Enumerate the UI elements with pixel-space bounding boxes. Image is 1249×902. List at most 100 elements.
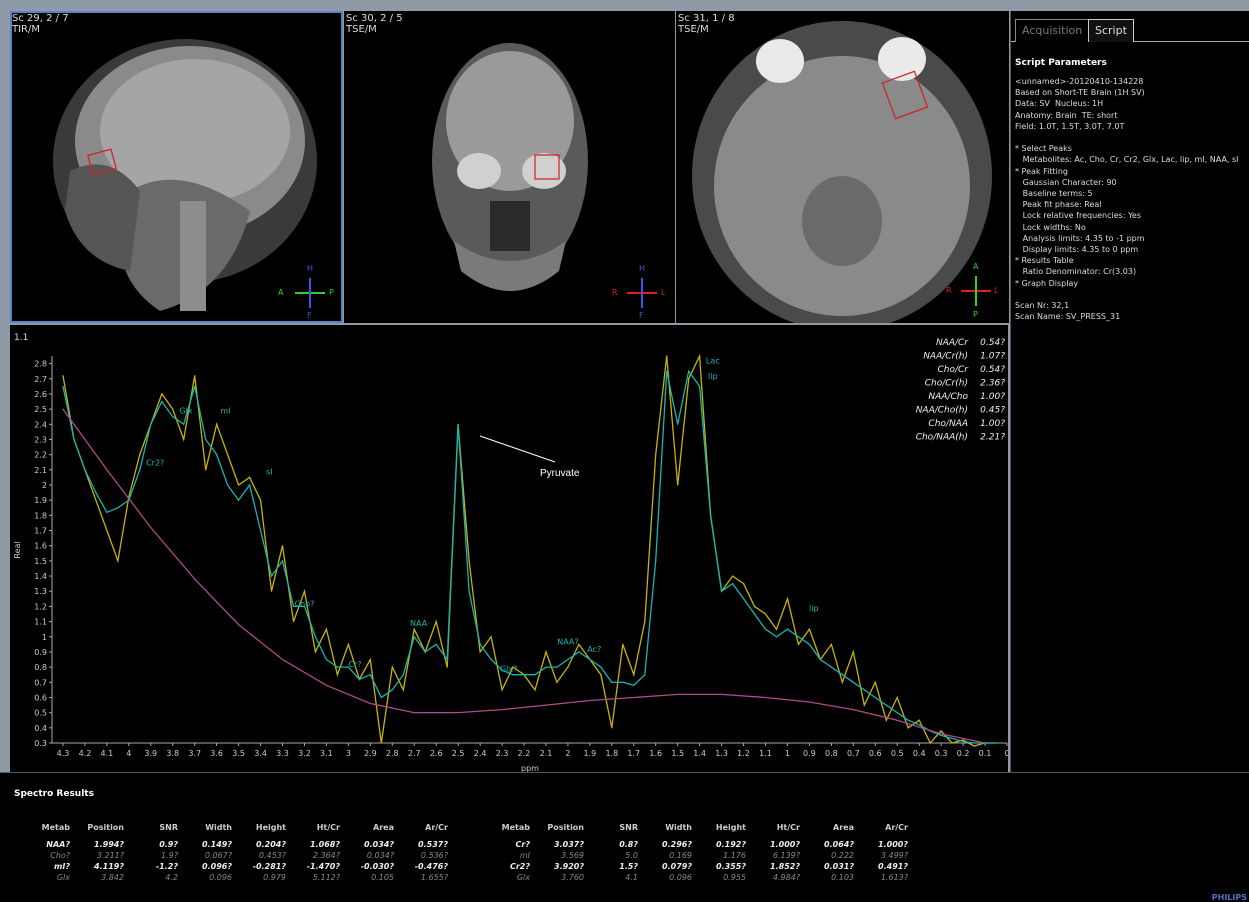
table-cell: 4.984? bbox=[772, 873, 800, 882]
table-row[interactable]: Glx 3.760 4.1 0.096 0.955 4.984? 0.103 1.613? bbox=[484, 872, 912, 883]
table-cell: 3.569 bbox=[561, 851, 584, 860]
data-point bbox=[951, 737, 953, 739]
data-point bbox=[292, 621, 295, 623]
data-point bbox=[830, 666, 833, 668]
data-point bbox=[73, 438, 75, 441]
spectrum-series-0 bbox=[62, 353, 996, 747]
table-row[interactable]: NAA? 1.994? 0.9? 0.149? 0.204? 1.068? 0.034? 0.… bbox=[24, 839, 452, 850]
data-point bbox=[743, 583, 745, 585]
x-tick-label: 3.8 bbox=[166, 749, 179, 758]
data-point bbox=[907, 727, 909, 729]
ratio-label: NAA/Cr bbox=[936, 338, 969, 348]
y-tick-label: 2.1 bbox=[34, 466, 47, 475]
data-point bbox=[314, 651, 316, 653]
table-cell: Glx bbox=[56, 873, 70, 882]
column-header: Height bbox=[715, 822, 746, 832]
data-point bbox=[457, 423, 459, 425]
script-panel: Acquisition Script Script Parameters <un… bbox=[1010, 11, 1249, 772]
table-row[interactable]: Cho? 3.211? 1.9? 0.067? 0.453? 2.364? 0.034? 0.… bbox=[24, 850, 452, 861]
data-point bbox=[951, 742, 953, 744]
table-cell: 4.1 bbox=[625, 873, 638, 882]
ratio-label: NAA/Cho bbox=[928, 392, 968, 402]
orient-right: L bbox=[661, 288, 666, 297]
data-point bbox=[62, 385, 64, 387]
orient-left: R bbox=[946, 286, 952, 295]
data-point bbox=[874, 681, 876, 683]
data-point bbox=[468, 560, 470, 562]
ratio-label: Cho/NAA bbox=[928, 419, 968, 429]
table-row[interactable]: mI? 4.119? -1.2? 0.096? -0.281? -1.470? -0.030… bbox=[24, 861, 452, 872]
table-cell: 0.103 bbox=[831, 873, 854, 882]
column-header: Position bbox=[547, 822, 584, 832]
data-point bbox=[534, 674, 536, 676]
viewport-axial[interactable]: Sc 31, 1 / 8 TSE/M R L A P bbox=[676, 11, 1009, 323]
y-tick-label: 2.4 bbox=[34, 420, 47, 429]
data-point bbox=[688, 370, 690, 372]
data-point bbox=[183, 438, 185, 441]
table-row[interactable]: Glx 3.842 4.2 0.096 0.979 5.112? 0.105 1.655? bbox=[24, 872, 452, 883]
data-point bbox=[710, 514, 712, 516]
data-point bbox=[600, 666, 602, 668]
x-tick-label: 2.2 bbox=[518, 749, 531, 758]
table-cell: -0.030? bbox=[360, 862, 394, 871]
table-cell: Cr2? bbox=[509, 862, 530, 871]
philips-logo: PHILIPS bbox=[1211, 893, 1247, 902]
data-point bbox=[490, 658, 492, 661]
data-point bbox=[962, 739, 964, 741]
viewport-coronal[interactable]: Sc 30, 2 / 5 TSE/M R L H F bbox=[344, 11, 675, 323]
column-header: Ht/Cr bbox=[776, 822, 800, 832]
tab-acquisition[interactable]: Acquisition bbox=[1015, 19, 1090, 42]
data-point bbox=[764, 613, 767, 615]
y-tick-label: 0.6 bbox=[34, 693, 47, 702]
data-point bbox=[402, 689, 404, 691]
orient-top: A bbox=[973, 262, 979, 271]
viewport-sagittal[interactable]: Sc 29, 2 / 7 TIR/M A P H F bbox=[10, 11, 343, 323]
column-header: Height bbox=[255, 822, 286, 832]
data-point bbox=[391, 666, 393, 668]
data-point bbox=[402, 674, 404, 676]
data-point bbox=[512, 674, 514, 676]
column-header: Width bbox=[205, 822, 232, 832]
data-point bbox=[644, 621, 646, 623]
table-cell: 0.192? bbox=[716, 840, 746, 849]
data-point bbox=[336, 674, 338, 676]
data-point bbox=[567, 666, 569, 668]
orient-left: A bbox=[278, 288, 284, 297]
data-point bbox=[984, 742, 986, 744]
spectrum-chart[interactable]: 2.8 2.7 2.6 2.5 2.4 2.3 2.2 2.1 2 1.9 1.8 1.7 1.6 1.5… bbox=[10, 325, 1010, 773]
data-point bbox=[732, 583, 734, 585]
tab-script[interactable]: Script bbox=[1088, 19, 1134, 42]
data-point bbox=[863, 689, 865, 691]
table-cell: 3.211? bbox=[96, 851, 124, 860]
table-cell: Cho? bbox=[50, 851, 70, 860]
data-point bbox=[556, 666, 558, 668]
peak-label: lip bbox=[809, 604, 819, 613]
data-point bbox=[150, 423, 152, 425]
peak-label: NAA bbox=[410, 619, 428, 628]
script-line: Anatomy: Brain TE: short bbox=[1015, 110, 1118, 120]
x-tick-label: 3.3 bbox=[276, 749, 289, 758]
data-point bbox=[249, 484, 251, 486]
table-row[interactable]: Cr2? 3.920? 1.5? 0.079? 0.355? 1.852? 0.031? 0.… bbox=[484, 861, 912, 872]
data-point bbox=[172, 416, 174, 418]
spectrum-series-2 bbox=[62, 408, 986, 744]
y-tick-label: 1.1 bbox=[34, 618, 47, 627]
table-row[interactable]: Cr? 3.037? 0.8? 0.296? 0.192? 1.000? 0.064? 1.0… bbox=[484, 839, 912, 850]
data-point bbox=[666, 355, 668, 357]
annotation-leader bbox=[479, 435, 556, 463]
spectrum-panel[interactable]: 2.8 2.7 2.6 2.5 2.4 2.3 2.2 2.1 2 1.9 1.8 1.7 1.6 1.5… bbox=[10, 325, 1010, 773]
data-point bbox=[435, 643, 437, 645]
table-row[interactable]: mI 3.569 5.0 0.169 1.176 6.139? 0.222 3.499? bbox=[484, 850, 912, 861]
table-cell: 1.5? bbox=[619, 862, 638, 871]
data-point bbox=[501, 709, 503, 711]
script-line: Metabolites: Ac, Cho, Cr, Cr2, Glx, Lac,… bbox=[1015, 155, 1239, 165]
data-point bbox=[260, 529, 262, 532]
orient-right: P bbox=[329, 288, 334, 297]
data-point bbox=[161, 393, 163, 395]
ratio-value: 1.00? bbox=[980, 419, 1005, 429]
table-cell: 6.139? bbox=[772, 851, 800, 860]
data-point bbox=[677, 484, 679, 486]
table-cell: 3.760 bbox=[561, 873, 584, 882]
data-point bbox=[227, 454, 229, 456]
orient-bottom: F bbox=[639, 311, 644, 320]
